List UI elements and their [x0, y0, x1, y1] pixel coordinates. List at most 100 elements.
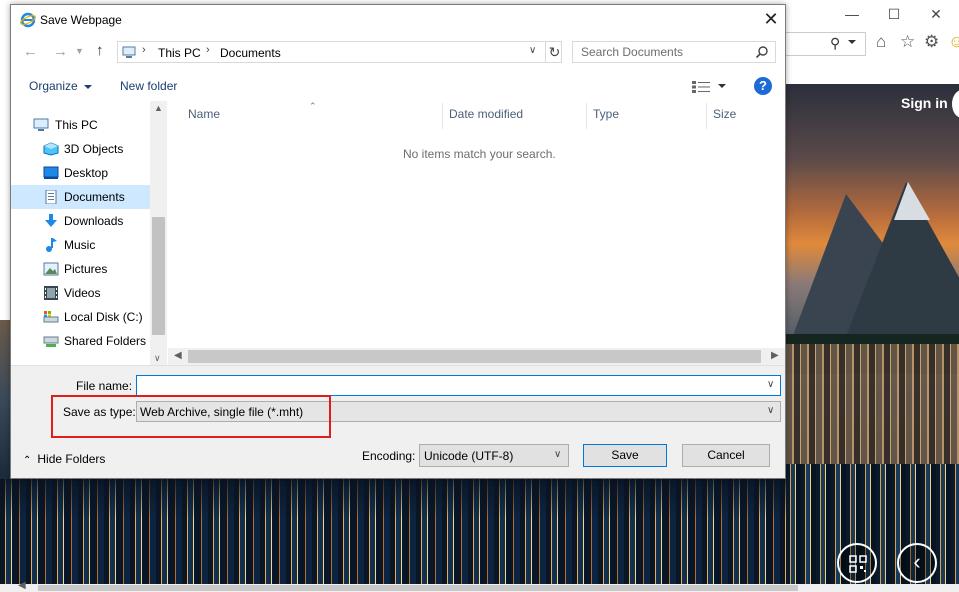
nav-item-downloads[interactable]: Downloads [11, 209, 150, 233]
save-options-area: File name: ∨ Save as type: Web Archive, … [11, 365, 785, 478]
pictures-icon [43, 262, 59, 276]
file-list-pane: ⌃ Name Date modified Type Size No items … [168, 101, 785, 365]
browser-address-bar[interactable]: ⚲ [786, 32, 866, 56]
column-header-date-modified[interactable]: Date modified [449, 107, 523, 129]
breadcrumb[interactable]: › This PC › Documents ∨ ↻ [117, 41, 562, 63]
change-view-button[interactable] [692, 79, 726, 95]
page-horizontal-scrollbar[interactable]: ◀ [0, 580, 959, 592]
nav-item-documents[interactable]: Documents [11, 185, 150, 209]
scroll-up-icon[interactable]: ▲ [154, 103, 163, 113]
smiley-icon[interactable]: ☺ [948, 32, 959, 52]
nav-item-shared-folders[interactable]: Shared Folders ( [11, 329, 153, 353]
command-bar: Organize New folder ? [11, 73, 785, 101]
encoding-select[interactable]: Unicode (UTF-8) ∨ [419, 444, 569, 467]
sign-in-link[interactable]: Sign in [901, 95, 948, 111]
minimize-icon[interactable]: — [837, 6, 867, 22]
nav-item-3d-objects[interactable]: 3D Objects [11, 137, 150, 161]
qr-code-button[interactable] [837, 543, 877, 583]
chevron-up-icon: ⌃ [23, 455, 32, 466]
navigation-pane-scrollbar[interactable]: ▲ ∨ [150, 101, 167, 369]
desktop-icon [43, 166, 59, 179]
previous-button[interactable]: ‹ [897, 543, 937, 583]
nav-item-pictures[interactable]: Pictures [11, 257, 150, 281]
browser-window-controls: — ☐ ✕ [829, 6, 959, 30]
scroll-left-icon[interactable]: ◀ [18, 580, 26, 591]
organize-label: Organize [29, 79, 78, 93]
chevron-down-icon[interactable]: ∨ [529, 45, 536, 56]
scroll-right-icon[interactable]: ▶ [771, 350, 779, 361]
nav-item-desktop[interactable]: Desktop [11, 161, 150, 185]
help-icon[interactable]: ? [754, 77, 772, 95]
hide-folders-label: Hide Folders [37, 452, 106, 466]
scrollbar-thumb[interactable] [152, 217, 165, 335]
column-divider[interactable] [442, 103, 443, 129]
videos-icon [44, 286, 58, 300]
search-box[interactable] [572, 41, 776, 63]
downloads-icon [45, 214, 57, 227]
recent-locations-chevron-icon[interactable]: ▼ [75, 46, 84, 56]
dialog-titlebar[interactable]: Save Webpage ✕ [11, 5, 785, 33]
music-icon [46, 238, 57, 252]
nav-item-label: Documents [64, 190, 125, 204]
highlight-annotation [51, 395, 331, 438]
scroll-left-icon[interactable]: ◀ [174, 350, 182, 361]
nav-item-local-disk[interactable]: Local Disk (C:) [11, 305, 150, 329]
nav-item-videos[interactable]: Videos [11, 281, 150, 305]
gear-icon[interactable]: ⚙ [924, 32, 939, 52]
scrollbar-thumb[interactable] [188, 350, 761, 363]
nav-item-this-pc[interactable]: This PC [11, 113, 150, 137]
nav-item-label: This PC [55, 118, 98, 132]
breadcrumb-separator-icon: › [206, 44, 210, 56]
search-icon[interactable]: ⚲ [830, 35, 840, 52]
empty-message: No items match your search. [403, 147, 556, 161]
background-photo-edge [0, 320, 10, 480]
breadcrumb-documents[interactable]: Documents [220, 46, 281, 60]
search-icon[interactable] [755, 45, 769, 59]
scrollbar-thumb[interactable] [38, 585, 798, 591]
nav-item-label: Downloads [64, 214, 124, 228]
file-list-horizontal-scrollbar[interactable]: ◀ ▶ [168, 348, 785, 365]
close-icon[interactable]: ✕ [759, 8, 783, 30]
column-header-size[interactable]: Size [713, 107, 736, 129]
encoding-label: Encoding: [362, 449, 416, 463]
hide-folders-button[interactable]: ⌃ Hide Folders [23, 452, 105, 466]
cancel-button[interactable]: Cancel [682, 444, 770, 467]
breadcrumb-this-pc[interactable]: This PC [158, 46, 201, 60]
home-icon[interactable]: ⌂ [876, 32, 886, 52]
refresh-icon[interactable]: ↻ [545, 42, 563, 62]
column-divider[interactable] [586, 103, 587, 129]
sort-ascending-icon: ⌃ [309, 101, 317, 111]
column-header-type[interactable]: Type [593, 107, 619, 129]
breadcrumb-separator-icon: › [142, 44, 146, 56]
documents-icon [45, 190, 57, 204]
close-icon[interactable]: ✕ [921, 6, 951, 23]
maximize-icon[interactable]: ☐ [879, 6, 909, 23]
file-name-input[interactable] [136, 375, 781, 396]
chevron-down-icon[interactable] [848, 40, 856, 44]
chevron-down-icon: ∨ [767, 405, 775, 416]
chevron-down-icon [718, 84, 726, 88]
nav-item-label: Desktop [64, 166, 109, 180]
nav-item-label: Pictures [64, 262, 108, 276]
favorites-star-icon[interactable]: ☆ [900, 32, 915, 52]
save-button[interactable]: Save [583, 444, 667, 467]
background-photo [0, 479, 786, 584]
details-view-icon [692, 81, 710, 93]
scroll-down-icon[interactable]: ∨ [154, 353, 161, 364]
organize-button[interactable]: Organize [29, 79, 92, 93]
chevron-down-icon[interactable]: ∨ [767, 379, 774, 390]
nav-item-label: Videos [64, 286, 101, 300]
save-webpage-dialog: Save Webpage ✕ ← → ▼ ↑ › This PC › Docum… [10, 4, 786, 479]
internet-explorer-icon [20, 12, 36, 28]
column-divider[interactable] [706, 103, 707, 129]
chevron-left-icon: ‹ [913, 549, 921, 574]
search-input[interactable] [573, 42, 753, 62]
new-folder-button[interactable]: New folder [120, 79, 177, 93]
forward-arrow-icon[interactable]: → [53, 43, 68, 60]
up-arrow-icon[interactable]: ↑ [96, 42, 104, 59]
chevron-down-icon: ∨ [554, 449, 562, 460]
dialog-title: Save Webpage [40, 13, 122, 27]
nav-item-music[interactable]: Music [11, 233, 150, 257]
back-arrow-icon[interactable]: ← [23, 43, 38, 60]
column-header-name[interactable]: Name [188, 107, 220, 129]
